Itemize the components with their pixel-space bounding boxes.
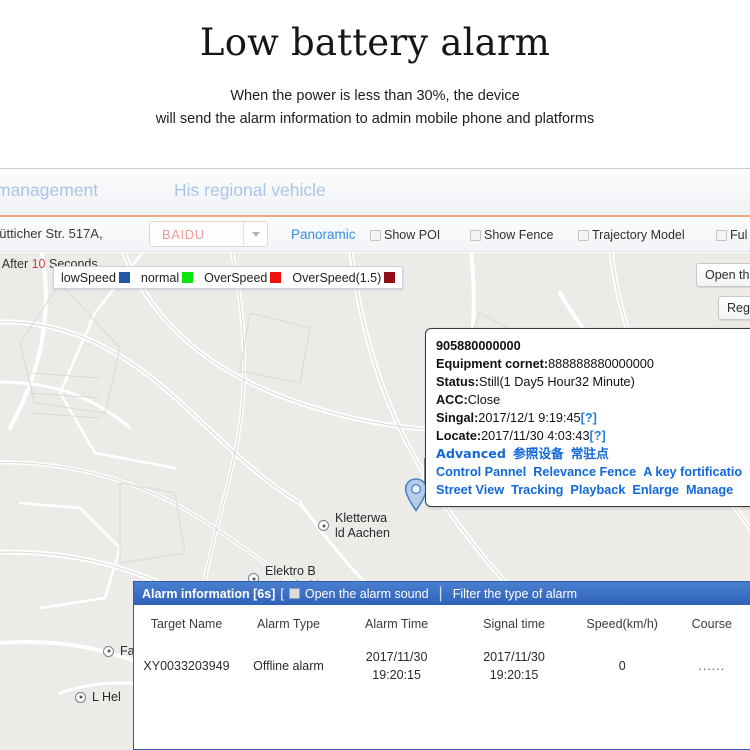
cell-alarm-type: Offline alarm	[239, 641, 338, 691]
link-manage[interactable]: Manage	[686, 483, 733, 497]
promo-subtitle-line-1: When the power is less than 30%, the dev…	[0, 85, 750, 109]
table-row[interactable]: XY0033203949 Offline alarm 2017/11/30 19…	[134, 641, 750, 691]
link-playback[interactable]: Playback	[570, 483, 625, 497]
alarm-table-header-row: Target Name Alarm Type Alarm Time Signal…	[134, 605, 750, 641]
promo-subtitle: When the power is less than 30%, the dev…	[0, 85, 750, 133]
column-alarm-type[interactable]: Alarm Type	[239, 605, 338, 641]
info-device-id: 905880000000	[436, 337, 750, 355]
cell-alarm-time: 2017/11/30 19:20:15	[338, 641, 455, 691]
link-tracking[interactable]: Tracking	[511, 483, 563, 497]
link-control-pannel[interactable]: Control Pannel	[436, 465, 526, 479]
info-signal-value: 2017/12/1 9:19:45	[478, 411, 580, 425]
cell-signal-time: 2017/11/30 19:20:15	[455, 641, 572, 691]
info-acc-label: ACC:	[436, 393, 468, 407]
embedded-screenshot: management His regional vehicle Lüttiche…	[0, 168, 750, 750]
info-signal: Singal:2017/12/1 9:19:45[?]	[436, 409, 750, 427]
info-signal-label: Singal:	[436, 411, 478, 425]
link-relevance-fence[interactable]: Relevance Fence	[533, 465, 636, 479]
promo-header: Low battery alarm When the power is less…	[0, 0, 750, 132]
device-info-window: 905880000000 Equipment cornet:8888888800…	[425, 328, 750, 507]
info-cornet-label: Equipment cornet:	[436, 357, 548, 371]
info-links-row-3: Street View Tracking Playback Enlarge Manage	[436, 481, 750, 499]
link-advanced[interactable]: Advanced	[436, 446, 506, 461]
link-enlarge[interactable]: Enlarge	[632, 483, 679, 497]
alarm-panel-header: Alarm information [6s] [ Open the alarm …	[134, 582, 750, 605]
cell-speed: 0	[573, 641, 672, 691]
info-cornet-value: 888888880000000	[548, 357, 654, 371]
column-speed[interactable]: Speed(km/h)	[573, 605, 672, 641]
info-locate: Locate:2017/11/30 4:03:43[?]	[436, 427, 750, 445]
info-status: Status:Still(1 Day5 Hour32 Minute)	[436, 373, 750, 391]
info-status-value: Still(1 Day5 Hour32 Minute)	[479, 375, 635, 389]
column-signal-time[interactable]: Signal time	[455, 605, 572, 641]
alarm-filter-label[interactable]: Filter the type of alarm	[453, 587, 577, 601]
info-links-row-2: Control Pannel Relevance Fence A key forti…	[436, 463, 750, 481]
alarm-panel-title: Alarm information [6s]	[142, 587, 275, 601]
info-locate-help[interactable]: [?]	[590, 429, 606, 443]
info-acc: ACC:Close	[436, 391, 750, 409]
column-alarm-time[interactable]: Alarm Time	[338, 605, 455, 641]
alarm-information-panel: Alarm information [6s] [ Open the alarm …	[133, 581, 750, 750]
alarm-bracket: [	[280, 587, 283, 601]
alarm-header-separator: |	[439, 585, 443, 603]
link-resident-point[interactable]: 常驻点	[571, 446, 609, 461]
cell-course: ......	[672, 641, 750, 691]
alarm-table: Target Name Alarm Type Alarm Time Signal…	[134, 605, 750, 691]
info-locate-value: 2017/11/30 4:03:43	[481, 429, 589, 443]
alarm-sound-label[interactable]: Open the alarm sound	[305, 587, 429, 601]
info-acc-value: Close	[468, 393, 500, 407]
column-target-name[interactable]: Target Name	[134, 605, 239, 641]
info-links-row-1: Advanced 参照设备常驻点	[436, 445, 750, 463]
column-course[interactable]: Course	[672, 605, 750, 641]
link-a-key-fortification[interactable]: A key fortificatio	[643, 465, 742, 479]
info-signal-help[interactable]: [?]	[581, 411, 597, 425]
promo-subtitle-line-2: will send the alarm information to admin…	[0, 108, 750, 132]
info-locate-label: Locate:	[436, 429, 481, 443]
alarm-sound-checkbox-icon[interactable]	[289, 588, 300, 599]
link-street-view[interactable]: Street View	[436, 483, 504, 497]
info-status-label: Status:	[436, 375, 479, 389]
page-title: Low battery alarm	[0, 22, 750, 65]
link-reference-device[interactable]: 参照设备	[513, 446, 564, 461]
info-cornet: Equipment cornet:888888880000000	[436, 355, 750, 373]
cell-target-name: XY0033203949	[134, 641, 239, 691]
